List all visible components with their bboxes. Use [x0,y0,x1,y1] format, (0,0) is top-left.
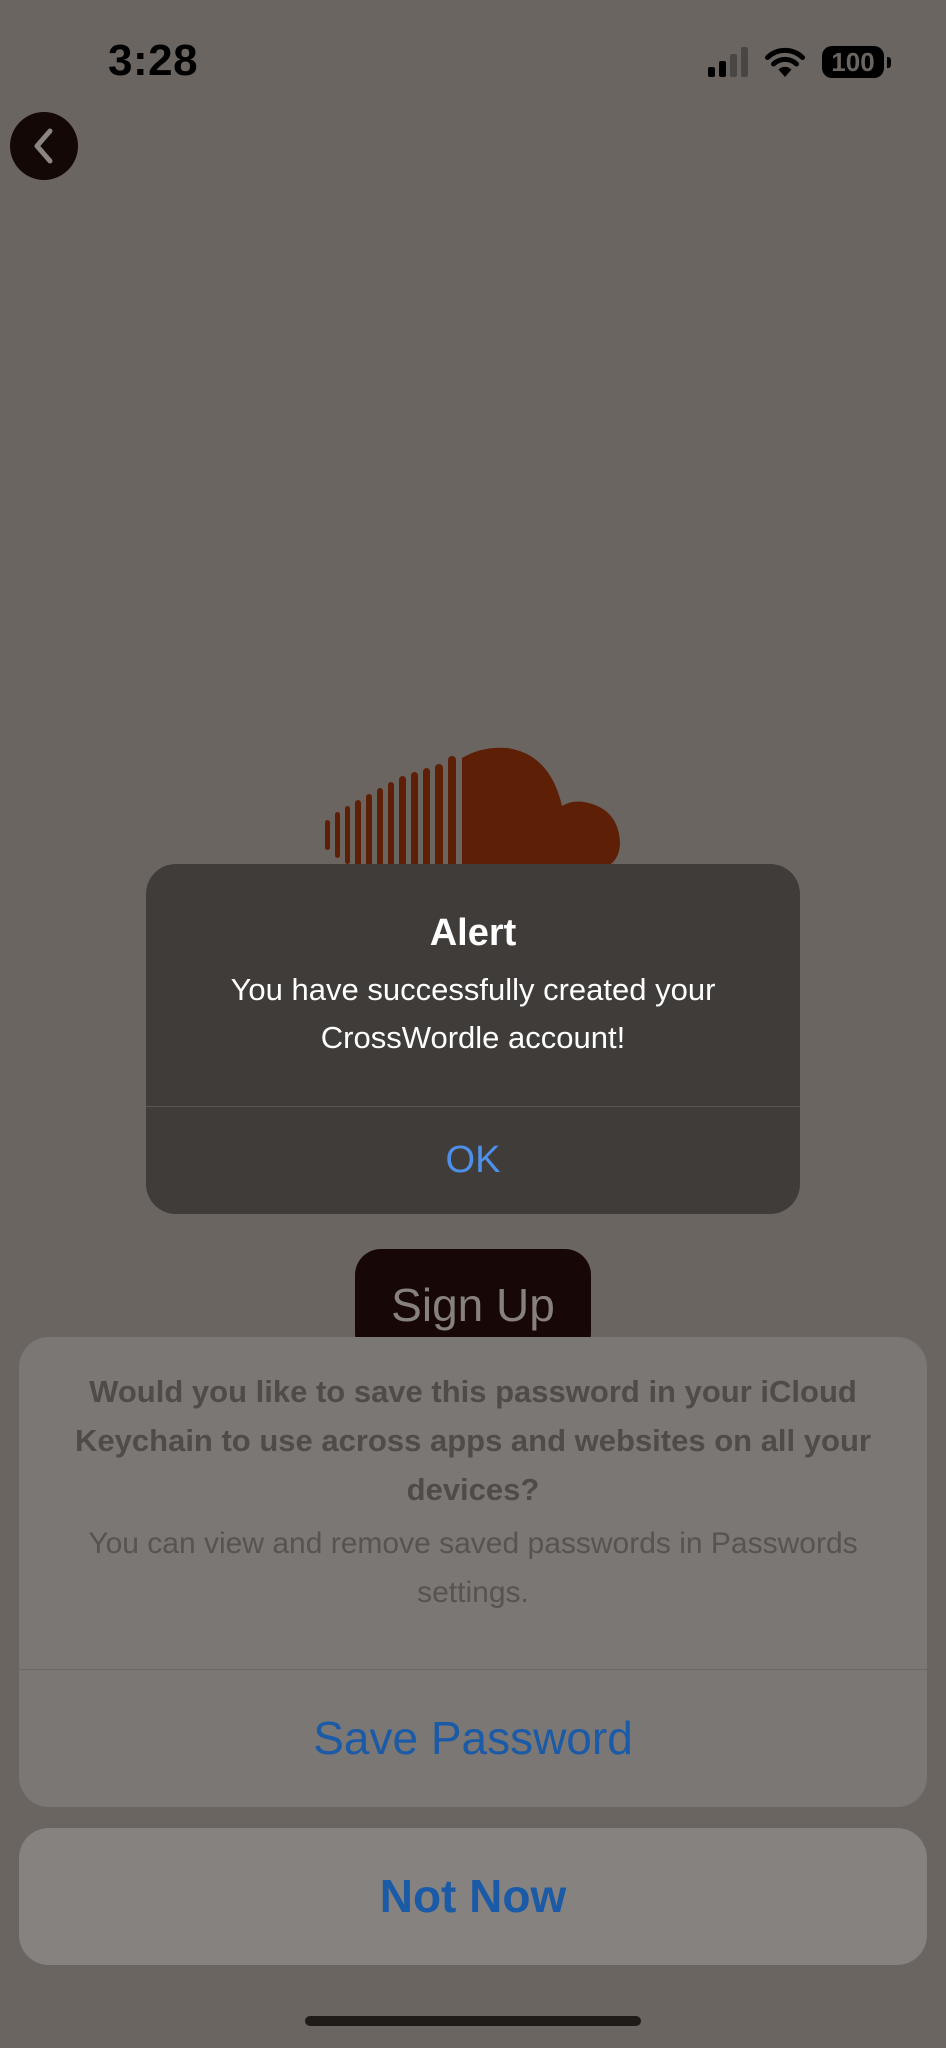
status-icons: 100 [708,44,891,80]
save-password-question: Would you like to save this password in … [75,1374,871,1507]
save-password-sheet: Would you like to save this password in … [19,1337,927,1807]
not-now-button[interactable]: Not Now [19,1828,927,1965]
home-indicator[interactable] [305,2016,641,2026]
alert-ok-button[interactable]: OK [146,1107,800,1214]
status-time: 3:28 [108,36,199,85]
alert-dialog: Alert You have successfully created your… [146,864,800,1214]
cloud-logo-icon [325,747,620,870]
screen: 3:28 100 Sign Up Alert You have successf… [0,0,946,2048]
chevron-left-icon [34,128,53,164]
battery-level: 100 [831,47,875,77]
wifi-icon [765,47,805,77]
save-password-note: You can view and remove saved passwords … [88,1527,858,1609]
back-button[interactable] [10,112,78,180]
save-password-button[interactable]: Save Password [19,1670,927,1807]
signal-icon [708,47,748,77]
alert-message: You have successfully created your Cross… [230,972,716,1055]
alert-title: Alert [429,912,517,954]
battery-icon: 100 [822,46,891,78]
